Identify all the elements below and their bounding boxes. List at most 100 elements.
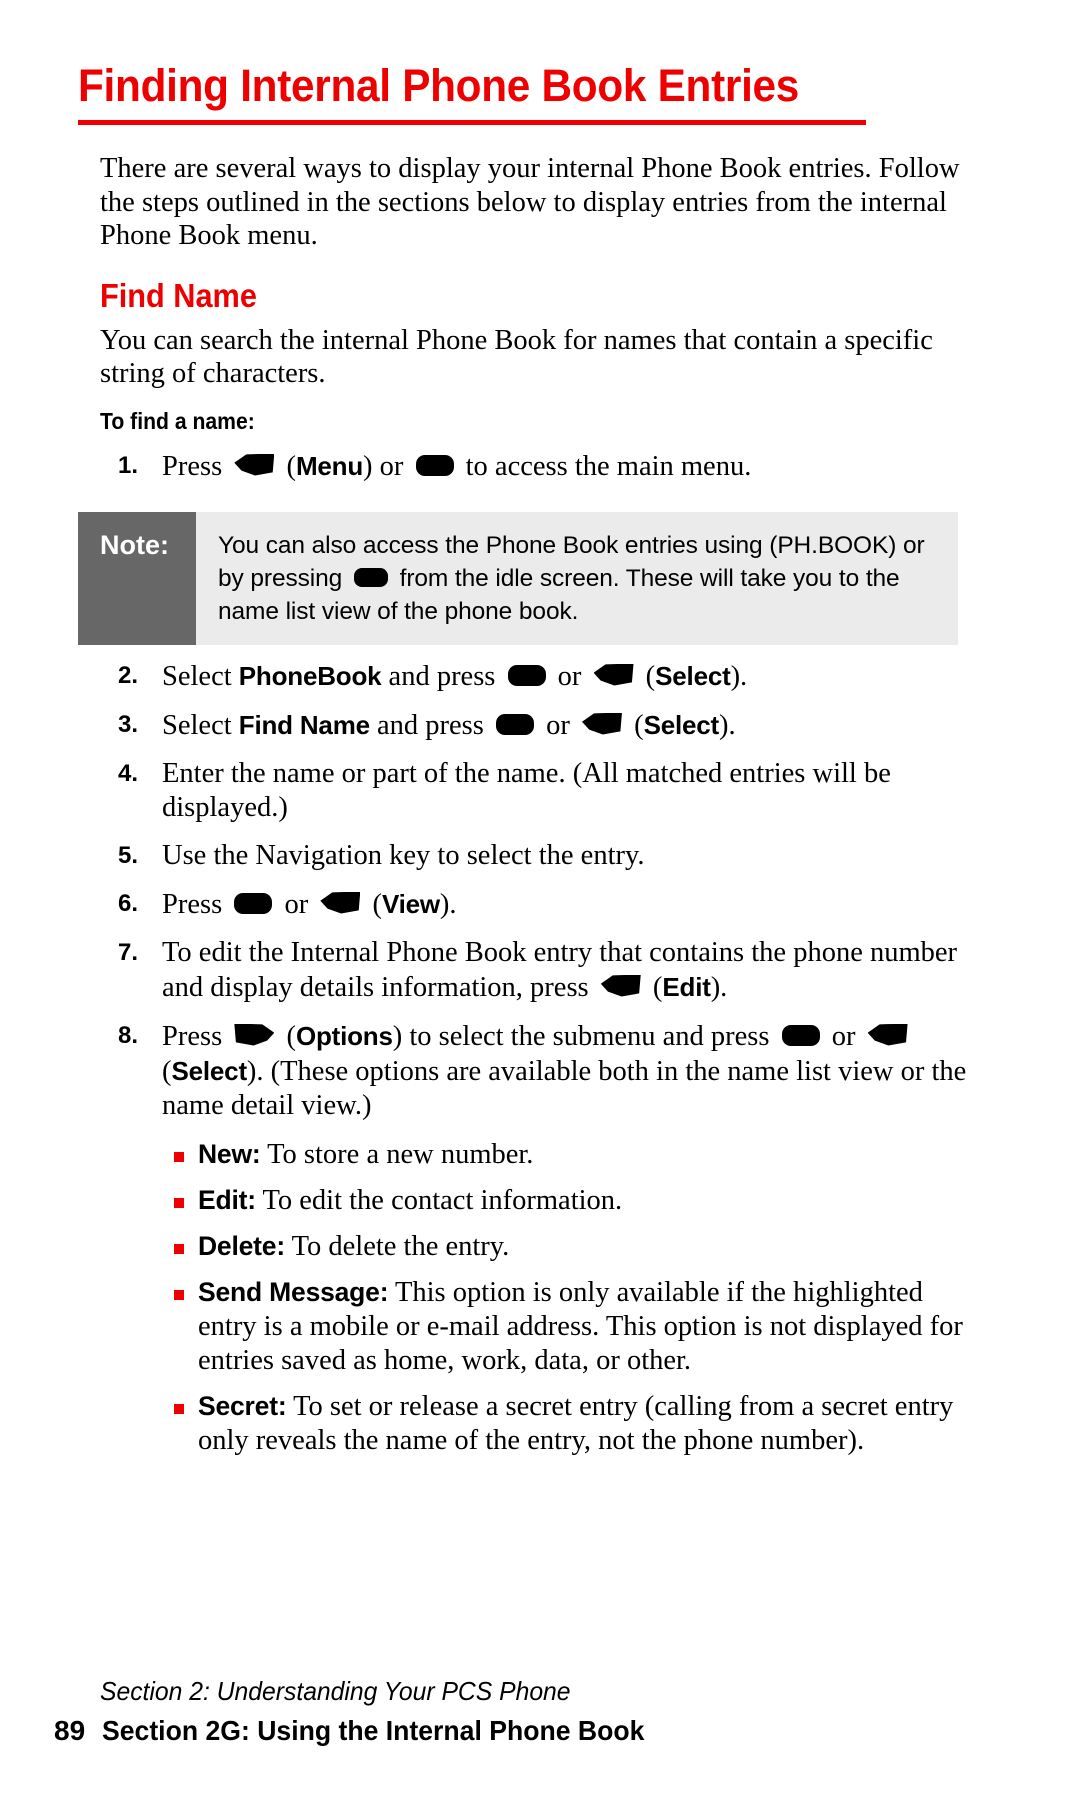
step-text: ) to select the submenu and press bbox=[393, 1021, 777, 1052]
step-text: ( bbox=[639, 661, 656, 692]
step-text: Press bbox=[162, 451, 229, 482]
subheading-to-find-a-name: To find a name: bbox=[100, 407, 910, 435]
ok-key-icon bbox=[782, 1025, 820, 1046]
step-item: 7. To edit the Internal Phone Book entry … bbox=[100, 936, 980, 1005]
step-text: ). bbox=[711, 972, 728, 1003]
step-body: Press (Menu) or to access the main menu. bbox=[162, 451, 751, 482]
step-item: 4. Enter the name or part of the name. (A… bbox=[100, 757, 980, 825]
option-description: To store a new number. bbox=[261, 1139, 534, 1170]
step-text: Select bbox=[162, 710, 239, 741]
soft-key-left-icon bbox=[868, 1024, 908, 1046]
find-name-paragraph: You can search the internal Phone Book f… bbox=[100, 324, 980, 391]
option-item: New: To store a new number. bbox=[100, 1137, 980, 1172]
step-body: Select Find Name and press or (Select). bbox=[162, 710, 736, 741]
title-rule bbox=[78, 120, 866, 125]
key-label: Menu bbox=[296, 451, 363, 481]
step-text: ( bbox=[279, 1021, 296, 1052]
step-text: or bbox=[539, 710, 577, 741]
step-text: To edit the Internal Phone Book entry th… bbox=[162, 937, 957, 1003]
step-body: Use the Navigation key to select the ent… bbox=[162, 840, 645, 871]
footer-section-line: Section 2: Understanding Your PCS Phone bbox=[100, 1674, 955, 1708]
key-label: Options bbox=[296, 1021, 393, 1051]
ok-key-icon bbox=[496, 714, 534, 735]
step-item: 3.Select Find Name and press or (Select)… bbox=[100, 708, 980, 743]
soft-key-left-icon bbox=[582, 713, 622, 735]
step-text: Use the Navigation key to select the ent… bbox=[162, 840, 645, 871]
option-item: Secret: To set or release a secret entry… bbox=[100, 1389, 980, 1458]
option-item: Delete: To delete the entry. bbox=[100, 1229, 980, 1264]
key-label: Select bbox=[644, 710, 719, 740]
step-body: To edit the Internal Phone Book entry th… bbox=[162, 937, 957, 1003]
step-text: or bbox=[551, 661, 589, 692]
option-label: New: bbox=[198, 1139, 261, 1169]
key-label: PhoneBook bbox=[239, 661, 382, 691]
step-text: ) or bbox=[363, 451, 410, 482]
step-text: ( bbox=[627, 710, 644, 741]
step-body: Press (Options) to select the submenu an… bbox=[162, 1021, 966, 1121]
key-label: Select bbox=[655, 661, 730, 691]
step-text: or bbox=[277, 889, 315, 920]
step-text: ( bbox=[646, 972, 663, 1003]
step-number: 1. bbox=[118, 449, 138, 483]
square-bullet-icon bbox=[174, 1404, 184, 1414]
step-body: Select PhoneBook and press or (Select). bbox=[162, 661, 747, 692]
step-number: 5. bbox=[118, 839, 138, 873]
soft-key-left-icon bbox=[320, 892, 360, 914]
step-number: 4. bbox=[118, 757, 138, 791]
option-item: Edit: To edit the contact information. bbox=[100, 1183, 980, 1218]
step-item: 2.Select PhoneBook and press or (Select)… bbox=[100, 659, 980, 694]
option-label: Edit: bbox=[198, 1185, 256, 1215]
step-text: Select bbox=[162, 661, 239, 692]
steps-list-part2: 2.Select PhoneBook and press or (Select)… bbox=[100, 659, 980, 1123]
option-description: To set or release a secret entry (callin… bbox=[198, 1391, 953, 1456]
page-content: There are several ways to display your i… bbox=[100, 152, 980, 1458]
soft-key-right-icon bbox=[234, 1024, 274, 1046]
step-text: and press bbox=[370, 710, 491, 741]
step-number: 6. bbox=[118, 887, 138, 921]
key-label: Edit bbox=[662, 972, 710, 1002]
step-text: ( bbox=[365, 889, 382, 920]
step-text: and press bbox=[381, 661, 502, 692]
page-footer: Section 2: Understanding Your PCS Phone … bbox=[100, 1674, 1000, 1748]
ok-key-icon bbox=[508, 665, 546, 686]
step-text: ). bbox=[719, 710, 736, 741]
section-heading-find-name: Find Name bbox=[100, 278, 918, 314]
footer-section-title: Section 2G: Using the Internal Phone Boo… bbox=[102, 1714, 644, 1748]
option-description: To delete the entry. bbox=[285, 1231, 509, 1262]
step-text: ). bbox=[440, 889, 457, 920]
page-number: 89 bbox=[54, 1714, 102, 1748]
step-text: Enter the name or part of the name. (All… bbox=[162, 758, 891, 823]
square-bullet-icon bbox=[174, 1198, 184, 1208]
step-text: ( bbox=[279, 451, 296, 482]
step-item: 1. Press (Menu) or to access the main men… bbox=[100, 449, 980, 484]
step-body: Enter the name or part of the name. (All… bbox=[162, 758, 891, 823]
page-title: Finding Internal Phone Book Entries bbox=[78, 60, 952, 112]
footer-bottom: 89 Section 2G: Using the Internal Phone … bbox=[54, 1714, 1000, 1748]
square-bullet-icon bbox=[174, 1290, 184, 1300]
key-label: Find Name bbox=[239, 710, 370, 740]
note-text: You can also access the Phone Book entri… bbox=[196, 512, 958, 645]
option-label: Secret: bbox=[198, 1391, 286, 1421]
soft-key-left-icon bbox=[234, 454, 274, 476]
soft-key-left-icon bbox=[594, 664, 634, 686]
square-bullet-icon bbox=[174, 1244, 184, 1254]
title-block: Finding Internal Phone Book Entries bbox=[78, 60, 1008, 125]
square-bullet-icon bbox=[174, 1152, 184, 1162]
ok-key-icon bbox=[234, 893, 272, 914]
step-text: to access the main menu. bbox=[459, 451, 752, 482]
option-label: Delete: bbox=[198, 1231, 285, 1261]
key-label: Select bbox=[172, 1056, 247, 1086]
note-label: Note: bbox=[78, 512, 196, 645]
intro-paragraph: There are several ways to display your i… bbox=[100, 152, 980, 253]
ok-key-icon bbox=[354, 568, 388, 587]
soft-key-left-icon bbox=[601, 975, 641, 997]
step-number: 2. bbox=[118, 659, 138, 693]
option-description: To edit the contact information. bbox=[256, 1185, 622, 1216]
step-item: 5. Use the Navigation key to select the e… bbox=[100, 839, 980, 873]
step-text: Press bbox=[162, 889, 229, 920]
manual-page: Finding Internal Phone Book Entries Ther… bbox=[0, 0, 1080, 1800]
step-number: 7. bbox=[118, 936, 138, 970]
step-text: ). bbox=[731, 661, 748, 692]
step-text: ( bbox=[162, 1056, 172, 1087]
step-item: 6.Press or (View). bbox=[100, 887, 980, 922]
